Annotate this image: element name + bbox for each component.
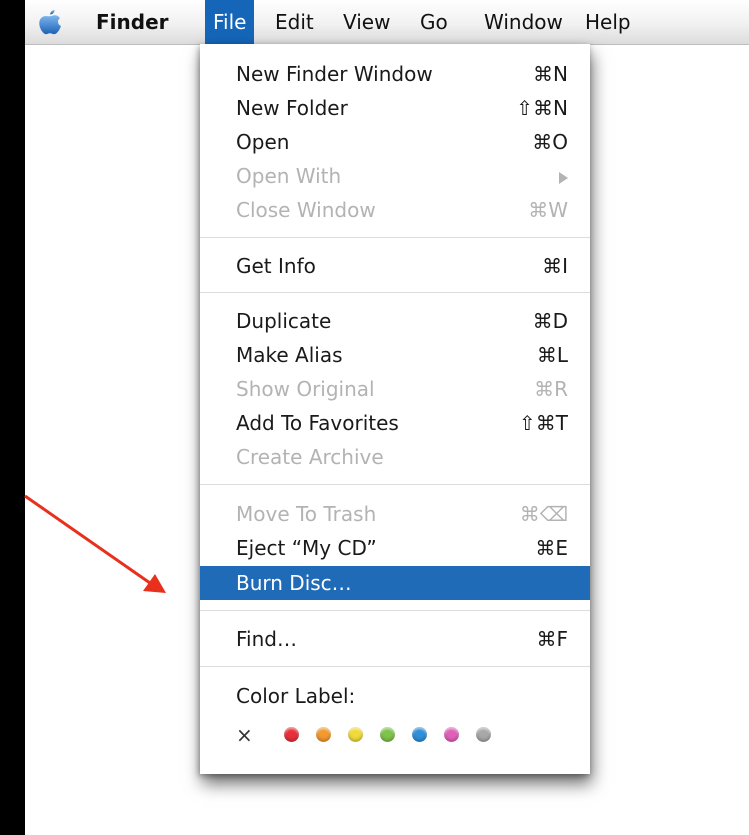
menu-item-shortcut: ⌘N bbox=[533, 62, 568, 86]
menu-item-shortcut: ⇧⌘N bbox=[516, 96, 568, 120]
menu-item-open-with: Open With bbox=[200, 159, 590, 193]
file-menu-dropdown: New Finder Window ⌘N New Folder ⇧⌘N Open… bbox=[200, 44, 590, 774]
menu-item-label: Get Info bbox=[236, 254, 316, 278]
menu-help[interactable]: Help bbox=[577, 0, 639, 44]
menu-finder[interactable]: Finder bbox=[88, 0, 177, 44]
menu-item-label: Move To Trash bbox=[236, 502, 377, 526]
menu-item-open[interactable]: Open ⌘O bbox=[200, 125, 590, 159]
apple-logo-icon[interactable] bbox=[37, 8, 63, 36]
menu-item-label: Find… bbox=[236, 627, 297, 651]
color-swatch-red[interactable] bbox=[284, 727, 299, 742]
menu-item-close-window: Close Window ⌘W bbox=[200, 193, 590, 227]
menu-item-shortcut: ⌘R bbox=[534, 377, 568, 401]
color-swatch-blue[interactable] bbox=[412, 727, 427, 742]
menu-edit[interactable]: Edit bbox=[267, 0, 322, 44]
menu-item-get-info[interactable]: Get Info ⌘I bbox=[200, 249, 590, 283]
menu-item-label: Add To Favorites bbox=[236, 411, 399, 435]
color-label-heading: Color Label: bbox=[200, 679, 590, 713]
menu-item-new-finder-window[interactable]: New Finder Window ⌘N bbox=[200, 57, 590, 91]
color-swatch-orange[interactable] bbox=[316, 727, 331, 742]
menu-item-shortcut: ⌘E bbox=[535, 536, 568, 560]
color-swatch-purple[interactable] bbox=[444, 727, 459, 742]
color-swatch-green[interactable] bbox=[380, 727, 395, 742]
menu-item-label: Open With bbox=[236, 164, 342, 188]
menu-item-label: Duplicate bbox=[236, 309, 332, 333]
menu-item-new-folder[interactable]: New Folder ⇧⌘N bbox=[200, 91, 590, 125]
color-swatch-yellow[interactable] bbox=[348, 727, 363, 742]
menu-item-shortcut: ⌘O bbox=[532, 130, 568, 154]
menu-item-label: Eject “My CD” bbox=[236, 536, 377, 560]
menu-item-shortcut: ⌘L bbox=[536, 343, 568, 367]
menu-item-label: Burn Disc… bbox=[236, 571, 352, 595]
menu-item-show-original: Show Original ⌘R bbox=[200, 372, 590, 406]
color-label-text: Color Label: bbox=[236, 684, 356, 708]
menu-go[interactable]: Go bbox=[412, 0, 456, 44]
menu-separator bbox=[200, 666, 590, 667]
menu-item-label: Open bbox=[236, 130, 290, 154]
menu-item-label: New Finder Window bbox=[236, 62, 433, 86]
menu-item-label: Close Window bbox=[236, 198, 376, 222]
submenu-arrow-icon bbox=[559, 159, 568, 193]
menu-item-duplicate[interactable]: Duplicate ⌘D bbox=[200, 304, 590, 338]
menu-view[interactable]: View bbox=[335, 0, 398, 44]
menu-item-label: Show Original bbox=[236, 377, 375, 401]
menu-window[interactable]: Window bbox=[476, 0, 571, 44]
color-swatch-gray[interactable] bbox=[476, 727, 491, 742]
menu-item-move-to-trash: Move To Trash ⌘⌫ bbox=[200, 497, 590, 531]
menu-item-label: Create Archive bbox=[236, 445, 384, 469]
menu-item-shortcut: ⌘F bbox=[536, 627, 568, 651]
menu-separator bbox=[200, 237, 590, 238]
menu-separator bbox=[200, 610, 590, 611]
menu-item-shortcut: ⌘I bbox=[542, 254, 568, 278]
menu-item-burn-disc[interactable]: Burn Disc… bbox=[200, 566, 590, 600]
menu-file[interactable]: File bbox=[205, 0, 255, 44]
menu-item-label: New Folder bbox=[236, 96, 348, 120]
color-label-swatches: × bbox=[236, 719, 566, 749]
menu-item-eject[interactable]: Eject “My CD” ⌘E bbox=[200, 531, 590, 565]
menu-item-find[interactable]: Find… ⌘F bbox=[200, 622, 590, 656]
menu-item-shortcut: ⇧⌘T bbox=[519, 411, 568, 435]
menu-bar: Finder File Edit View Go Window Help bbox=[25, 0, 749, 45]
menu-item-shortcut: ⌘⌫ bbox=[519, 502, 568, 526]
menu-separator bbox=[200, 484, 590, 485]
menu-item-make-alias[interactable]: Make Alias ⌘L bbox=[200, 338, 590, 372]
menu-item-shortcut: ⌘W bbox=[528, 198, 568, 222]
menu-item-create-archive: Create Archive bbox=[200, 440, 590, 474]
no-color-label-icon[interactable]: × bbox=[236, 720, 253, 750]
menu-item-add-to-favorites[interactable]: Add To Favorites ⇧⌘T bbox=[200, 406, 590, 440]
menu-item-shortcut: ⌘D bbox=[532, 309, 568, 333]
menu-separator bbox=[200, 292, 590, 293]
menu-item-label: Make Alias bbox=[236, 343, 343, 367]
